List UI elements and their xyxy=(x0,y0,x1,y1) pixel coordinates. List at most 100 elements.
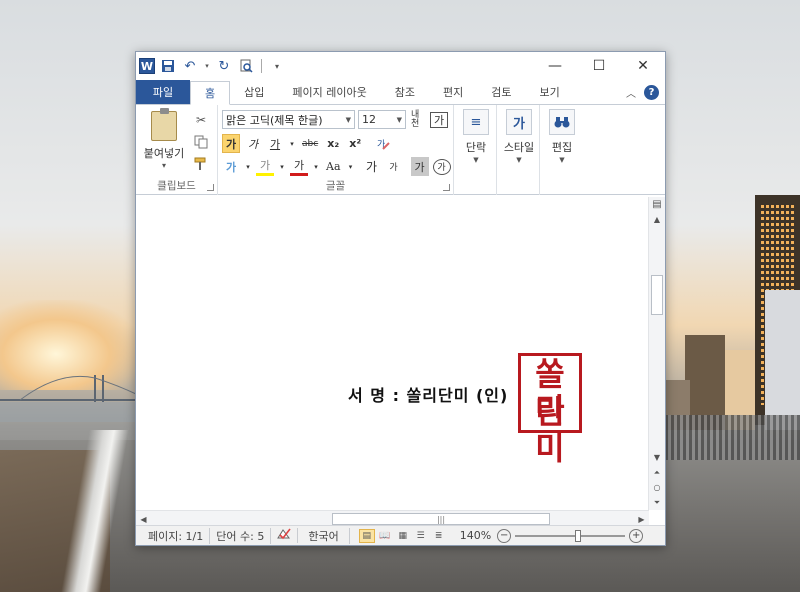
styles-label: 스타일 xyxy=(503,141,535,154)
binoculars-icon xyxy=(549,109,575,135)
clipboard-group-label: 클립보드 xyxy=(157,180,196,192)
cut-icon[interactable]: ✂ xyxy=(192,111,210,129)
scroll-up-icon[interactable]: ▲ xyxy=(649,212,665,227)
font-group-label: 글꼴 xyxy=(325,180,346,192)
paste-button[interactable]: 붙여넣기 ▾ xyxy=(142,108,186,170)
tab-review[interactable]: 검토 xyxy=(477,80,525,104)
zoom-slider[interactable] xyxy=(515,529,626,542)
tab-page-layout[interactable]: 페이지 레이아웃 xyxy=(278,80,380,104)
font-dialog-launcher[interactable] xyxy=(443,184,450,191)
help-icon[interactable]: ? xyxy=(644,84,659,100)
zoom-in-button[interactable]: + xyxy=(629,528,644,543)
format-painter-icon[interactable] xyxy=(192,155,210,173)
print-layout-icon[interactable]: ▤ xyxy=(358,528,375,543)
tab-file[interactable]: 파일 xyxy=(136,80,190,104)
styles-button[interactable]: 가 스타일 ▼ xyxy=(502,109,536,164)
clear-formatting-icon[interactable]: 가 xyxy=(374,134,392,153)
shrink-font-button[interactable]: 가 xyxy=(385,157,403,176)
ribbon-home: 붙여넣기 ▾ ✂ 클립보드 맑은 고딕(제목 한글) ▼ 12 ▼ 내천 가 가… xyxy=(136,105,665,195)
tab-insert[interactable]: 삽입 xyxy=(230,80,278,104)
vertical-scroll-thumb[interactable] xyxy=(651,275,663,315)
view-buttons: ▤ 📖 ▦ ☰ ≣ xyxy=(350,528,448,543)
font-family-select[interactable]: 맑은 고딕(제목 한글) ▼ xyxy=(222,110,355,129)
italic-button[interactable]: 가 xyxy=(244,134,262,153)
ribbon-tab-right: ︿ ? xyxy=(626,80,665,104)
browse-object-icon[interactable]: ○ xyxy=(649,480,665,495)
text-effects-button[interactable]: 가 xyxy=(222,157,240,176)
paragraph-button[interactable]: ≡ 단락 ▼ xyxy=(459,109,493,164)
chevron-down-icon: ▼ xyxy=(516,156,522,164)
change-case-dropdown-icon[interactable]: ▾ xyxy=(347,157,355,176)
close-button[interactable]: ✕ xyxy=(621,52,665,80)
tab-references[interactable]: 참조 xyxy=(381,80,429,104)
full-screen-reading-icon[interactable]: 📖 xyxy=(377,529,393,543)
strikethrough-button[interactable]: abc xyxy=(300,134,320,153)
title-bar: W ↶ ▾ ↻ ▾ — ☐ ✕ xyxy=(136,52,665,80)
tab-view[interactable]: 보기 xyxy=(525,80,573,104)
zoom-out-button[interactable]: − xyxy=(497,528,512,543)
customize-qat-icon[interactable]: ▾ xyxy=(268,57,286,75)
maximize-button[interactable]: ☐ xyxy=(577,52,621,80)
horizontal-scroll-thumb[interactable]: ||| xyxy=(332,513,550,525)
undo-icon[interactable]: ↶ xyxy=(181,57,199,75)
ruler-toggle-icon[interactable]: ▤ xyxy=(649,197,665,212)
zoom-slider-thumb[interactable] xyxy=(575,529,582,542)
vertical-scrollbar[interactable]: ▤ ▲ ▼ ⏶ ○ ⏷ xyxy=(648,197,665,510)
change-case-button[interactable]: Aa xyxy=(324,157,343,176)
editing-button[interactable]: 편집 ▼ xyxy=(545,109,579,164)
save-icon[interactable] xyxy=(159,57,177,75)
signature-line: 서 명 : 쏠리단미 (인) xyxy=(348,386,509,405)
styles-group: 가 스타일 ▼ xyxy=(497,105,540,195)
previous-page-icon[interactable]: ⏶ xyxy=(649,465,665,480)
background-guardrail xyxy=(665,415,800,460)
collapse-ribbon-icon[interactable]: ︿ xyxy=(626,85,636,100)
character-shading-button[interactable]: 가 xyxy=(410,157,429,176)
grow-font-button[interactable]: 가 xyxy=(363,157,381,176)
print-preview-icon[interactable] xyxy=(237,57,255,75)
paragraph-group: ≡ 단락 ▼ xyxy=(454,105,497,195)
page-count[interactable]: 페이지: 1/1 xyxy=(142,527,211,544)
paste-dropdown-icon: ▾ xyxy=(161,161,166,170)
bold-button[interactable]: 가 xyxy=(222,134,240,153)
zoom-level[interactable]: 140% xyxy=(460,529,491,542)
scroll-down-icon[interactable]: ▼ xyxy=(649,450,665,465)
word-app-icon[interactable]: W xyxy=(139,58,155,74)
draft-icon[interactable]: ≣ xyxy=(431,529,447,543)
redo-icon[interactable]: ↻ xyxy=(215,57,233,75)
minimize-button[interactable]: — xyxy=(533,52,577,80)
font-group: 맑은 고딕(제목 한글) ▼ 12 ▼ 내천 가 가 가 가 ▾ abc x₂ … xyxy=(218,105,454,195)
underline-dropdown-icon[interactable]: ▾ xyxy=(288,134,296,153)
editing-group: 편집 ▼ xyxy=(540,105,583,195)
font-row-3: 가 ▾ 가 ▾ 가 ▾ Aa ▾ 가 가 가 가 xyxy=(222,157,451,176)
copy-icon[interactable] xyxy=(192,133,210,151)
proofing-icon[interactable] xyxy=(271,528,299,543)
tab-home[interactable]: 홈 xyxy=(190,81,231,105)
editing-label: 편집 xyxy=(551,141,573,154)
font-color-dropdown-icon[interactable]: ▾ xyxy=(312,157,320,176)
subscript-button[interactable]: x₂ xyxy=(324,134,342,153)
text-effects-dropdown-icon[interactable]: ▾ xyxy=(244,157,252,176)
highlight-dropdown-icon[interactable]: ▾ xyxy=(278,157,286,176)
next-page-icon[interactable]: ⏷ xyxy=(649,495,665,510)
clipboard-dialog-launcher[interactable] xyxy=(207,184,214,191)
font-family-value: 맑은 고딕(제목 한글) xyxy=(226,113,323,127)
superscript-button[interactable]: x² xyxy=(346,134,364,153)
document-canvas[interactable]: 서 명 : 쏠리단미 (인) 쏠리 단미 xyxy=(136,197,649,510)
font-size-value: 12 xyxy=(362,113,376,126)
undo-dropdown-icon[interactable]: ▾ xyxy=(203,57,211,75)
language-indicator[interactable]: 한국어 xyxy=(298,527,350,544)
word-count[interactable]: 단어 수: 5 xyxy=(210,527,272,544)
word-window: W ↶ ▾ ↻ ▾ — ☐ ✕ 파일 홈 삽입 페이지 레이아웃 참조 편지 검… xyxy=(135,51,666,546)
underline-button[interactable]: 가 xyxy=(266,134,284,153)
phonetic-guide-button[interactable]: 내천 xyxy=(409,110,427,129)
web-layout-icon[interactable]: ▦ xyxy=(395,529,411,543)
enclose-characters-button[interactable]: 가 xyxy=(432,158,451,175)
seal-stamp: 쏠리 단미 xyxy=(518,353,582,466)
font-color-button[interactable]: 가 xyxy=(290,157,308,176)
font-size-select[interactable]: 12 ▼ xyxy=(358,110,406,129)
character-border-button[interactable]: 가 xyxy=(430,111,448,128)
tab-mailings[interactable]: 편지 xyxy=(429,80,477,104)
highlight-button[interactable]: 가 xyxy=(256,157,274,176)
outline-icon[interactable]: ☰ xyxy=(413,529,429,543)
background-bridge xyxy=(0,375,140,422)
